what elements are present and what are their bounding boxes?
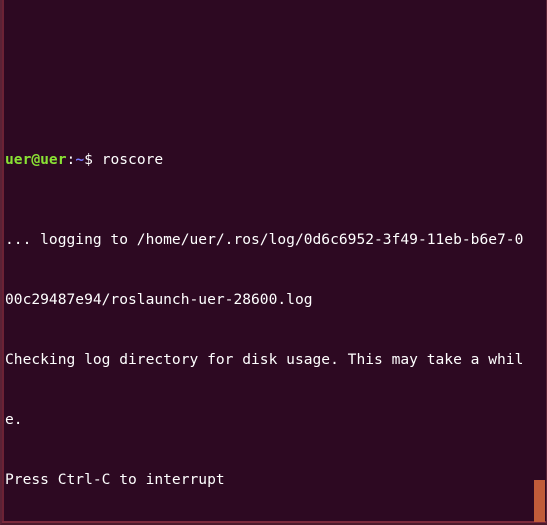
output-line-logging-1: ... logging to /home/uer/.ros/log/0d6c69…	[5, 231, 524, 248]
clipped-previous-line	[5, 66, 546, 70]
prompt-sigil: $	[84, 151, 93, 168]
vertical-scrollbar[interactable]	[534, 0, 546, 523]
prompt-path: ~	[75, 151, 85, 168]
scrollbar-thumb[interactable]	[534, 480, 545, 522]
prompt-line[interactable]: uer@uer:~$ roscore	[5, 150, 546, 170]
terminal-window[interactable]: uer@uer:~$ roscore ... logging to /home/…	[0, 0, 547, 525]
prompt-command: roscore	[92, 151, 164, 168]
window-left-border	[2, 0, 4, 523]
output-line-press-ctrl-c: Press Ctrl-C to interrupt	[5, 471, 225, 488]
terminal-output-area[interactable]: uer@uer:~$ roscore ... logging to /home/…	[2, 0, 546, 523]
window-bottom-border	[2, 521, 546, 523]
prompt-user-host: uer@uer	[5, 151, 67, 168]
output-line-logging-2: 00c29487e94/roslaunch-uer-28600.log	[5, 291, 313, 308]
prompt-colon: :	[66, 151, 76, 168]
output-line-checking-2: e.	[5, 411, 23, 428]
output-line-checking-1: Checking log directory for disk usage. T…	[5, 351, 524, 368]
